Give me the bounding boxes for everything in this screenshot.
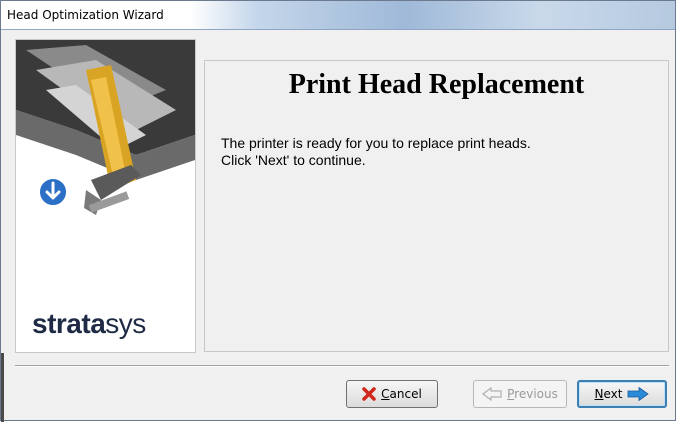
left-arrow-icon xyxy=(482,387,502,401)
title-bar[interactable]: Head Optimization Wizard xyxy=(1,1,675,30)
button-separator xyxy=(15,365,669,367)
previous-label: Previous xyxy=(507,387,558,401)
wizard-content-panel: Print Head Replacement The printer is re… xyxy=(204,60,669,352)
page-title: Print Head Replacement xyxy=(288,69,585,100)
print-head-illustration xyxy=(16,40,195,215)
cancel-button[interactable]: Cancel xyxy=(346,380,438,408)
instruction-line-2: Click 'Next' to continue. xyxy=(221,152,366,168)
right-arrow-icon xyxy=(628,387,650,401)
down-arrow-circle-icon xyxy=(38,177,68,207)
cancel-label: Cancel xyxy=(381,387,422,401)
window-left-edge xyxy=(1,353,4,422)
next-button[interactable]: Next xyxy=(577,380,667,408)
wizard-window: Head Optimization Wizard stratasys Print… xyxy=(0,0,676,422)
instruction-text: The printer is ready for you to replace … xyxy=(221,135,531,169)
window-title: Head Optimization Wizard xyxy=(7,8,164,22)
instruction-line-1: The printer is ready for you to replace … xyxy=(221,135,531,151)
next-label: Next xyxy=(594,387,623,401)
stratasys-logo: stratasys xyxy=(32,308,146,339)
previous-button[interactable]: Previous xyxy=(473,380,567,408)
red-x-icon xyxy=(362,387,376,401)
wizard-sidebar: stratasys xyxy=(15,39,196,353)
